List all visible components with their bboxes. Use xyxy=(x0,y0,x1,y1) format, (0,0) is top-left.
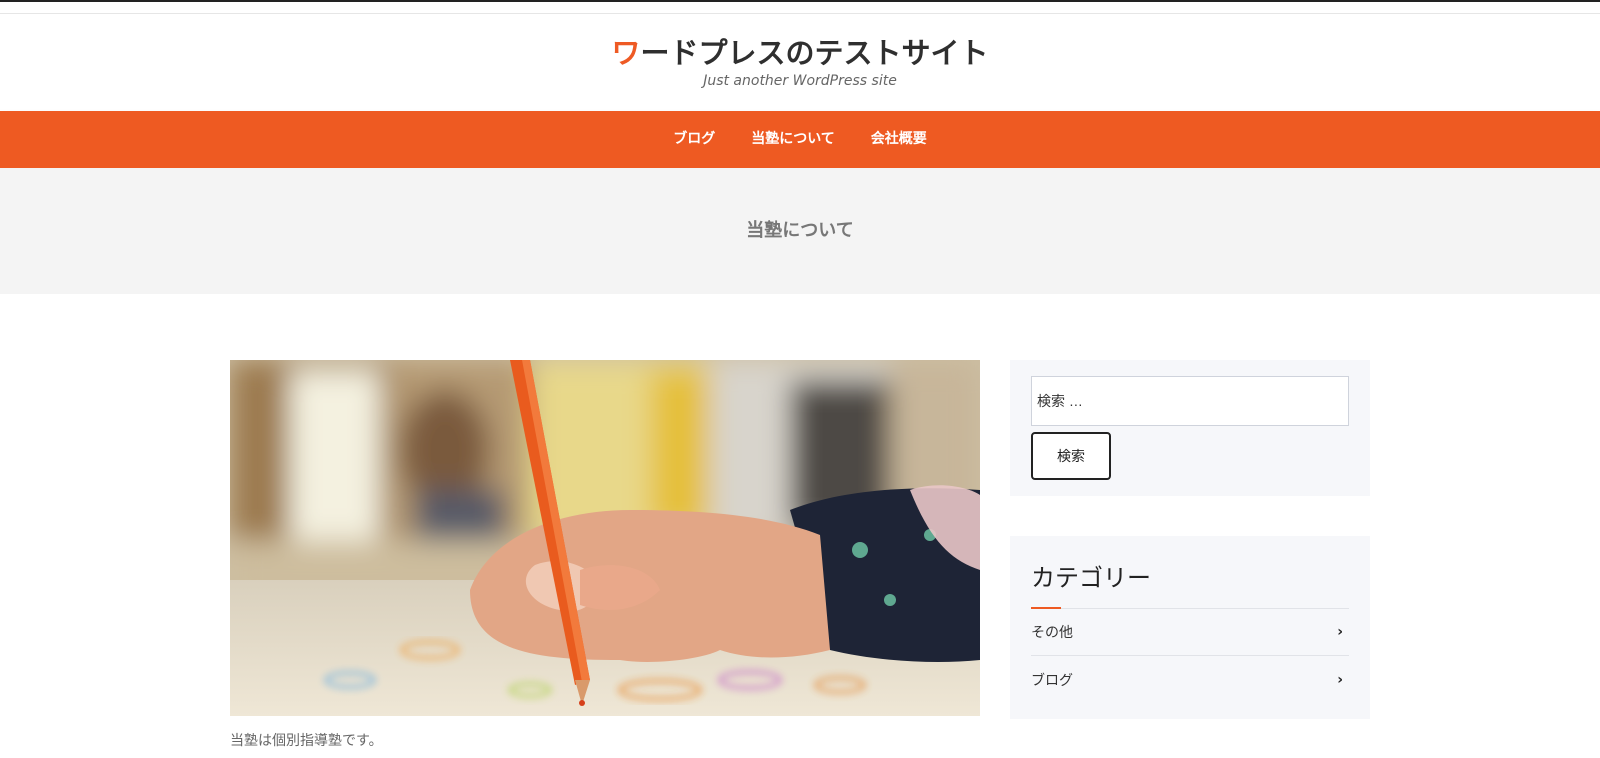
page-header: 当塾について xyxy=(0,168,1600,294)
category-item-other[interactable]: その他 › xyxy=(1031,609,1349,656)
search-widget: 検索 xyxy=(1010,360,1370,496)
category-item-blog[interactable]: ブログ › xyxy=(1031,656,1349,703)
top-border xyxy=(0,0,1600,14)
sidebar: 検索 カテゴリー その他 › ブログ › xyxy=(1010,360,1370,719)
main-navigation: ブログ 当塾について 会社概要 xyxy=(0,111,1600,168)
site-branding: ワードプレスのテストサイト Just another WordPress sit… xyxy=(0,14,1600,110)
categories-list: その他 › ブログ › xyxy=(1031,609,1349,703)
search-input[interactable] xyxy=(1031,376,1349,426)
featured-image-illustration xyxy=(230,360,980,716)
category-label: ブログ xyxy=(1031,672,1073,689)
chevron-right-icon: › xyxy=(1337,671,1343,688)
nav-list: ブログ 当塾について 会社概要 xyxy=(655,111,945,168)
entry-text: 当塾は個別指導塾です。 xyxy=(230,733,383,749)
featured-image xyxy=(230,360,980,716)
category-label: その他 xyxy=(1031,625,1073,641)
nav-item-company[interactable]: 会社概要 xyxy=(853,131,945,147)
chevron-right-icon: › xyxy=(1337,624,1343,640)
main-content: 当塾は個別指導塾です。 xyxy=(230,360,980,750)
search-button[interactable]: 検索 xyxy=(1031,432,1111,480)
site-title-rest: ードプレスのテストサイト xyxy=(640,36,989,70)
site-title-link[interactable]: ワードプレスのテストサイト xyxy=(611,36,988,70)
site-title-first-char: ワ xyxy=(611,36,641,70)
site-tagline: Just another WordPress site xyxy=(703,73,897,89)
page-title: 当塾について xyxy=(746,220,854,241)
categories-title: カテゴリー xyxy=(1031,552,1349,609)
nav-item-blog[interactable]: ブログ xyxy=(655,131,733,147)
categories-widget: カテゴリー その他 › ブログ › xyxy=(1010,536,1370,719)
nav-item-about[interactable]: 当塾について xyxy=(733,131,853,147)
